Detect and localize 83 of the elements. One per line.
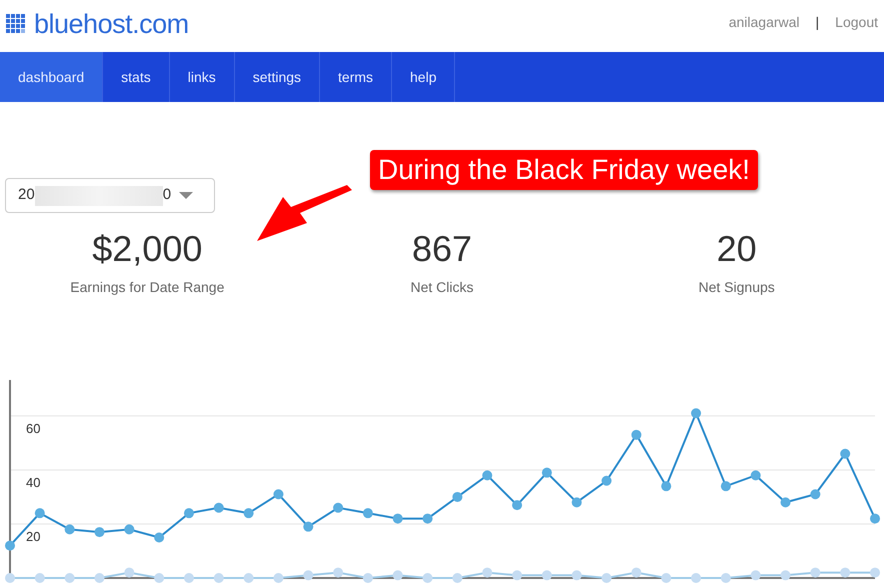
y-axis-label: 20 (26, 528, 40, 544)
data-point (602, 573, 612, 583)
data-point (542, 570, 552, 580)
data-point (691, 408, 702, 418)
data-point (572, 497, 582, 508)
data-point (124, 524, 134, 534)
data-point (273, 489, 284, 500)
stat-label: Earnings for Date Range (69, 278, 226, 297)
stat-value: 20 (716, 229, 758, 269)
data-point (422, 514, 433, 524)
data-point (542, 468, 552, 478)
data-point (422, 573, 433, 583)
data-point (362, 508, 373, 518)
data-point (661, 573, 672, 583)
data-point (94, 527, 104, 538)
data-point (840, 568, 850, 578)
data-point (452, 492, 462, 502)
username-link[interactable]: anilagarwal (728, 12, 800, 33)
data-point (720, 573, 731, 583)
data-point (602, 476, 612, 486)
data-point (94, 573, 104, 583)
data-point (184, 573, 194, 583)
nav-tab[interactable]: stats (103, 52, 170, 102)
caret-icon (179, 192, 194, 200)
y-axis-label: 60 (26, 420, 40, 436)
data-point (452, 573, 462, 583)
data-point (810, 489, 820, 500)
annotation-callout: During the Black Friday week! (370, 150, 758, 190)
data-point (333, 502, 344, 513)
separator: | (816, 13, 820, 32)
data-point (64, 524, 75, 534)
data-point (631, 568, 642, 578)
data-point (303, 522, 314, 532)
data-point (750, 570, 761, 580)
data-point (870, 514, 880, 524)
data-point (333, 568, 344, 578)
data-point (780, 570, 791, 580)
data-point (572, 570, 582, 580)
data-point (154, 573, 164, 583)
data-point (214, 502, 224, 513)
data-point (154, 532, 164, 542)
nav-tab[interactable]: dashboard (0, 52, 104, 102)
stat-label: Net Clicks (409, 278, 474, 297)
data-point (34, 508, 45, 518)
data-point (214, 573, 224, 583)
nav-tab[interactable]: links (170, 52, 235, 102)
data-point (184, 508, 194, 518)
logo-grid-icon (6, 14, 26, 34)
logout-link[interactable]: Logout (835, 12, 878, 33)
nav-tab[interactable]: settings (234, 52, 320, 102)
data-point (64, 573, 75, 583)
stat-value: 867 (410, 229, 474, 269)
data-point (691, 573, 702, 583)
nav-tab[interactable]: help (392, 52, 456, 102)
data-point (661, 481, 672, 492)
stat-label: Net Signups (698, 278, 776, 297)
data-point (124, 568, 134, 578)
data-point (362, 573, 373, 583)
data-point (482, 470, 492, 480)
data-point (5, 540, 15, 551)
data-point (720, 481, 731, 492)
data-point (34, 573, 45, 583)
data-point (780, 497, 791, 508)
data-point (303, 570, 314, 580)
data-point (244, 573, 254, 583)
data-point (750, 470, 761, 480)
data-point (392, 514, 403, 524)
nav-tab[interactable]: terms (320, 52, 392, 102)
data-point (392, 570, 403, 580)
logo-text[interactable]: bluehost.com (34, 4, 189, 44)
data-point (870, 568, 880, 578)
data-point (631, 430, 642, 440)
data-point (5, 573, 15, 583)
data-point (512, 500, 522, 510)
data-point (810, 568, 820, 578)
data-point (273, 573, 284, 583)
data-point (482, 568, 492, 578)
date-range-select[interactable]: 20 0 (5, 178, 215, 213)
data-point (512, 570, 522, 580)
y-axis-label: 40 (26, 474, 40, 490)
data-point (840, 448, 850, 459)
stat-value: $2,000 (91, 229, 204, 269)
data-point (244, 508, 254, 518)
